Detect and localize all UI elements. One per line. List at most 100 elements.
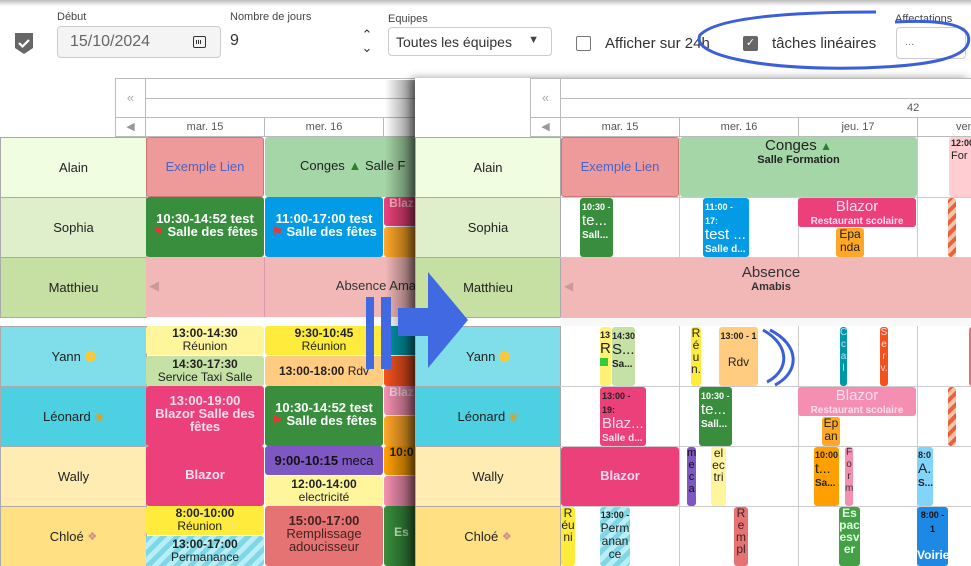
event-time: 10:30 - [701, 391, 730, 401]
event-teal[interactable]: Ccal [840, 327, 847, 386]
event-absence[interactable]: ◀ Absence Ama [146, 257, 415, 317]
resource-yann[interactable]: Yann [415, 326, 561, 387]
event-title: Conges [300, 158, 345, 173]
resource-sophia[interactable]: Sophia [415, 197, 561, 258]
chevron-left-icon[interactable]: ◀ [115, 117, 146, 137]
event-electricite[interactable]: 12:00-14:00 electricité [265, 476, 383, 506]
event-test[interactable]: 11:00-17:00 test ⚑ Salle des fêtes [265, 197, 383, 257]
resource-yann[interactable]: Yann [0, 326, 147, 387]
event-blazor[interactable]: 13:00 - 19: Blaz... Salle d... [600, 387, 646, 446]
calendar-icon[interactable] [193, 36, 206, 48]
event-service-taxi[interactable]: 14:30 S... Sa... [612, 327, 635, 386]
event-formation[interactable]: 12:00 For ic [949, 137, 971, 197]
header-row-1 [145, 78, 415, 99]
event-title: Rdv [727, 355, 750, 369]
event-title: For ic [951, 150, 971, 162]
double-chevron-left-icon[interactable]: « [115, 78, 146, 118]
event-test[interactable]: 10:30-14:52 test ⚑ Salle des fêtes [265, 386, 383, 446]
resource-chloe[interactable]: Chloé ❖ [0, 506, 147, 566]
event-title: Remplissage adoucisseur [286, 526, 362, 554]
event-reunion[interactable]: 13:00-14:30 Réunion [146, 326, 264, 355]
event-reunion[interactable]: Réuni [561, 507, 575, 566]
resource-matthieu[interactable]: Matthieu [415, 257, 561, 318]
event-voirie[interactable]: 8:00 - 1 Voirie [917, 507, 948, 566]
event-reunion[interactable]: 8:00-10:00 Réunion □ [146, 506, 264, 535]
event-absence[interactable]: ◀ Absence Amabis [561, 258, 971, 318]
event-meca[interactable]: 9:00-10:15 meca [265, 446, 383, 475]
event-meca[interactable]: meca [687, 447, 696, 506]
nb-jours-label: Nombre de jours [230, 11, 312, 23]
event-epanda[interactable]: Epa nda [836, 228, 864, 257]
event-electricite[interactable]: electri [711, 447, 726, 506]
event-rdv[interactable]: 13:00 - 1 Rdv [719, 327, 758, 386]
afficher-24h-checkbox[interactable] [576, 36, 591, 51]
event-blazor[interactable]: Blazor [146, 446, 264, 506]
event-blazor[interactable]: Blazor Restaurant scolaire [798, 198, 916, 227]
resource-alain[interactable]: Alain [415, 137, 561, 198]
day-header: mar. 15 [560, 117, 680, 137]
debut-date-input[interactable]: 15/10/2024 [57, 26, 221, 58]
event-exemple-lien[interactable]: Exemple Lien [561, 137, 679, 197]
taches-lineaires-checkbox[interactable]: ✓ [743, 36, 758, 51]
event-striped[interactable] [948, 198, 956, 257]
resource-leonard[interactable]: Léonard ◉ [415, 386, 561, 447]
event-epanda[interactable]: Ep an [822, 417, 840, 446]
event-test[interactable]: 11:00 - 17: test ... Salle d... [703, 198, 749, 257]
resource-wally[interactable]: Wally [0, 446, 147, 507]
nb-jours-input[interactable]: 9 [230, 32, 239, 50]
event-location: Salle des fêtes [286, 224, 377, 239]
event-striped[interactable] [948, 387, 956, 446]
event-formation[interactable]: Form [845, 447, 853, 506]
event-serv[interactable]: Serv. [880, 327, 888, 386]
event-permanance[interactable]: 13:00 - Permanance [600, 507, 630, 566]
resource-alain[interactable]: Alain [0, 137, 147, 198]
event-location: Restaurant scolaire [810, 216, 904, 227]
resource-matthieu[interactable]: Matthieu [0, 257, 147, 318]
event-time: 13:00-17:00 [172, 537, 238, 551]
event-blue[interactable]: 8:0 A. S... [917, 447, 933, 506]
event-service-taxi[interactable]: 14:30-17:30 Service Taxi Salle [146, 356, 264, 386]
chevron-left-icon: ◀ [149, 278, 159, 293]
event-remplissage[interactable]: 15:00-17:00 Remplissage adoucisseur [265, 506, 383, 566]
event-title: t... [815, 460, 831, 476]
event-exemple-lien[interactable]: Exemple Lien [146, 137, 264, 197]
chevron-down-icon[interactable]: ⌄ [360, 41, 374, 54]
event-location: Salle Formation [757, 154, 840, 166]
event-reunion[interactable]: 9:30-10:45 Réunion [265, 326, 383, 355]
event-rdv[interactable]: 13:00-18:00 Rdv [265, 356, 383, 386]
event-time: 13:00-18:00 [278, 364, 345, 378]
event-title: Blazor Salle des fêtes [155, 406, 255, 434]
group-separator [560, 318, 971, 326]
double-chevron-left-icon[interactable]: « [530, 78, 561, 118]
event-test[interactable]: 10:30 - te... Sall... [699, 387, 732, 446]
chevron-left-icon[interactable]: ◀ [530, 117, 561, 137]
debut-date-value: 15/10/2024 [70, 33, 151, 50]
resource-sophia[interactable]: Sophia [0, 197, 147, 258]
event-espaces-verts[interactable]: Espacesver [839, 507, 860, 566]
event-reunion[interactable]: Réun. [691, 327, 701, 386]
event-orange[interactable]: 10:00 t... Sa... [814, 447, 839, 506]
shield-check-icon[interactable] [15, 33, 33, 54]
nb-jours-stepper[interactable]: ⌃ ⌄ [360, 28, 374, 54]
resource-chloe[interactable]: Chloé ❖ [415, 506, 561, 566]
event-blazor[interactable]: Blazor [561, 447, 679, 506]
event-permanance[interactable]: 13:00-17:00 Permanance [146, 536, 264, 566]
event-remplissage[interactable]: Rempl [734, 507, 748, 566]
sun-icon [84, 351, 96, 362]
equipes-select[interactable]: Toutes les équipes ▼ [388, 27, 552, 56]
event-location: Sall... [701, 419, 728, 430]
event-test[interactable]: 10:30-14:52 test ⚑ Salle des fêtes [146, 197, 264, 257]
check-icon [600, 358, 608, 366]
event-blazor[interactable]: Blazor Restaurant scolaire [798, 387, 916, 416]
chevron-left-icon: ◀ [564, 279, 574, 293]
affectations-input[interactable]: ... [896, 27, 966, 59]
event-blazor[interactable]: 13:00-19:00 Blazor Salle des fêtes [146, 386, 264, 446]
event-conges[interactable]: Conges ▲ Salle Formation [680, 137, 917, 197]
event-test[interactable]: 10:30 - te... Sall... [580, 198, 613, 257]
event-location: S... [918, 478, 933, 489]
day-header: ven [917, 117, 971, 137]
resource-name: Chloé [464, 529, 499, 544]
event-reunion[interactable]: 13 R [600, 327, 611, 386]
resource-leonard[interactable]: Léonard ◉ [0, 386, 147, 447]
resource-wally[interactable]: Wally [415, 446, 561, 507]
